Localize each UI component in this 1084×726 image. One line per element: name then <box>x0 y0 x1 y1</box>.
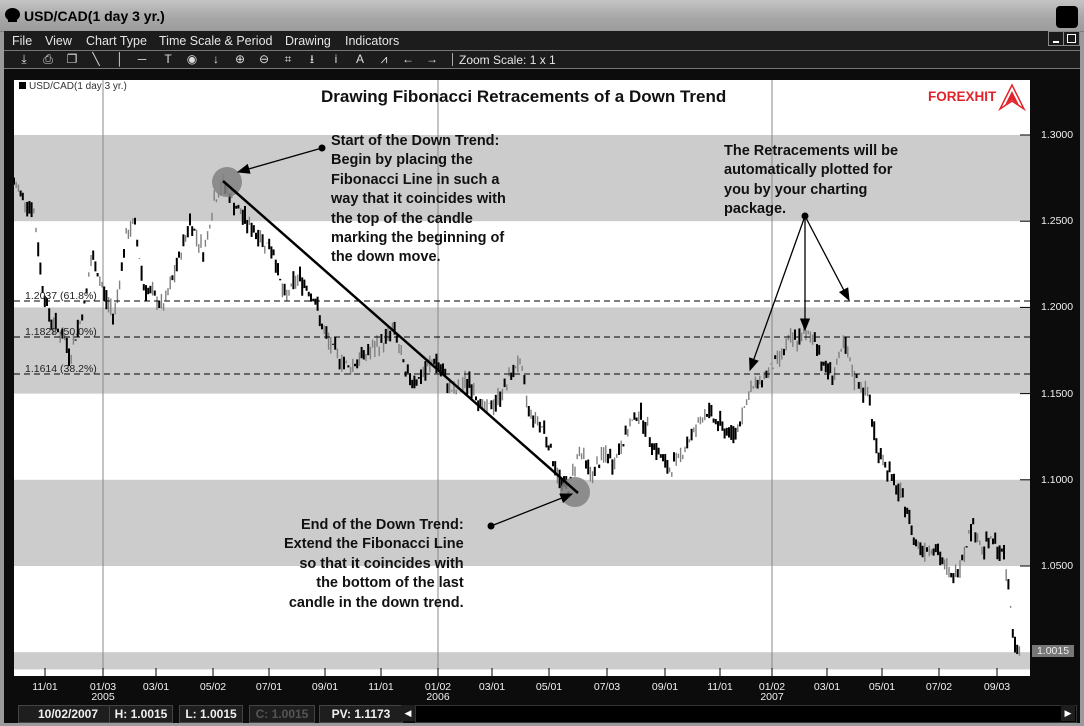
x-tick-label: 07/01 <box>255 681 283 693</box>
down-arrow-icon[interactable]: ↓ <box>208 52 224 67</box>
annotation-arrow <box>804 215 850 302</box>
download-icon[interactable]: ⭳ <box>304 52 320 67</box>
x-tick-label: 11/01 <box>368 681 394 693</box>
brand-logo-icon <box>998 83 1026 111</box>
x-tick-label: 07/02 <box>925 681 953 693</box>
maximize-button[interactable] <box>1063 31 1080 46</box>
zoom-out-icon[interactable]: ⊖ <box>256 52 272 67</box>
x-tick-label: 01/02 2007 <box>758 681 786 703</box>
annotation-retracements: The Retracements will be automatically p… <box>724 143 899 218</box>
price-band <box>14 307 1030 394</box>
export-icon[interactable]: ⤓ <box>16 52 32 67</box>
scroll-left-button[interactable]: ◀ <box>401 705 415 721</box>
x-tick-label: 05/02 <box>199 681 227 693</box>
status-high: H: 1.0015 <box>109 705 173 723</box>
horizontal-line-icon[interactable]: ─ <box>134 52 150 67</box>
menu-indicators[interactable]: Indicators <box>345 34 399 48</box>
maximize-icon <box>1067 34 1076 43</box>
y-tick-label: 1.3000 <box>1041 129 1074 141</box>
menu-time-scale[interactable]: Time Scale & Period <box>159 34 272 48</box>
annotation-end-trend: End of the Down Trend: Extend the Fibona… <box>284 517 464 611</box>
status-pv: PV: 1.1173 <box>319 705 403 723</box>
price-axis[interactable] <box>1030 80 1074 676</box>
close-button[interactable] <box>1056 6 1078 28</box>
marker-icon[interactable]: ◉ <box>184 52 200 67</box>
x-tick-label: 03/01 <box>478 681 506 693</box>
window-titlebar: USD/CAD(1 day 3 yr.) <box>0 0 1084 32</box>
fib-level-label: 1.2037 (61.8%) <box>25 290 97 303</box>
x-tick-label: 05/01 <box>535 681 563 693</box>
menu-drawing[interactable]: Drawing <box>285 34 331 48</box>
toolbar-separator <box>452 53 453 66</box>
indicator-icon[interactable]: ⩘ <box>376 52 392 67</box>
x-tick-label: 03/01 <box>813 681 841 693</box>
menubar: File View Chart Type Time Scale & Period… <box>4 31 1080 51</box>
legend-label: USD/CAD(1 day 3 yr.) <box>29 81 127 92</box>
fib-level-label: 1.1614 (38.2%) <box>25 362 97 375</box>
toolbar: Zoom Scale: 1 x 1 ⤓ ⎙ ❐ ╲ │ ─ T ◉ ↓ ⊕ ⊖ ⌗ ⭳ i A ⩘ ← → <box>4 51 1080 69</box>
y-tick-label: 1.0500 <box>1041 560 1074 572</box>
price-band <box>14 652 1030 670</box>
arrow-left-icon[interactable]: ← <box>400 52 416 67</box>
zoom-in-icon[interactable]: ⊕ <box>232 52 248 67</box>
minimize-icon <box>1053 41 1059 43</box>
last-price-marker: 1.0015 <box>1032 645 1074 657</box>
brand-logo-text: FOREXHIT <box>928 89 997 104</box>
chart-legend: USD/CAD(1 day 3 yr.) <box>19 81 127 92</box>
chart-title: Drawing Fibonacci Retracements of a Down… <box>321 87 727 106</box>
menu-chart-type[interactable]: Chart Type <box>86 34 147 48</box>
x-tick-label: 09/01 <box>311 681 339 693</box>
legend-swatch <box>19 82 26 89</box>
print-icon[interactable]: ⎙ <box>40 52 56 67</box>
status-close: C: 1.0015 <box>249 705 315 723</box>
price-band <box>14 479 1030 566</box>
menu-file[interactable]: File <box>12 34 32 48</box>
info-icon[interactable]: i <box>328 52 344 67</box>
status-low: L: 1.0015 <box>179 705 243 723</box>
copy-icon[interactable]: ❐ <box>64 52 80 67</box>
horizontal-scrollbar[interactable] <box>415 705 1077 723</box>
trendline-icon[interactable]: ╲ <box>88 52 104 67</box>
status-date: 10/02/2007 <box>18 705 118 723</box>
y-tick-label: 1.2500 <box>1041 215 1074 228</box>
x-tick-label: 07/03 <box>593 681 621 693</box>
x-tick-label: 01/03 2005 <box>89 681 117 703</box>
annotation-start-trend: Start of the Down Trend: Begin by placin… <box>331 133 506 266</box>
y-tick-label: 1.1500 <box>1041 387 1074 400</box>
x-tick-label: 11/01 <box>32 681 58 693</box>
status-bar: 10/02/2007 H: 1.0015 L: 1.0015 C: 1.0015… <box>4 703 1080 723</box>
fib-level-label: 1.1828 (50.0%) <box>25 326 97 339</box>
x-tick-label: 01/02 2006 <box>424 681 452 703</box>
vertical-line-icon[interactable]: │ <box>112 52 128 67</box>
app-icon <box>5 8 20 22</box>
menu-view[interactable]: View <box>45 34 72 48</box>
scroll-right-button[interactable]: ▶ <box>1061 705 1075 721</box>
arrow-right-icon[interactable]: → <box>424 52 440 67</box>
fit-icon[interactable]: ⌗ <box>280 52 296 67</box>
x-tick-label: 05/01 <box>868 681 896 693</box>
text-icon[interactable]: T <box>160 52 176 67</box>
x-tick-label: 03/01 <box>142 681 170 693</box>
zoom-scale-label: Zoom Scale: 1 x 1 <box>459 53 556 67</box>
x-tick-label: 09/03 <box>983 681 1011 693</box>
y-tick-label: 1.2000 <box>1041 301 1074 314</box>
x-tick-label: 11/01 <box>707 681 733 693</box>
y-tick-label: 1.1000 <box>1041 473 1074 486</box>
font-icon[interactable]: A <box>352 52 368 67</box>
x-tick-label: 09/01 <box>651 681 679 693</box>
window-title: USD/CAD(1 day 3 yr.) <box>24 8 165 24</box>
